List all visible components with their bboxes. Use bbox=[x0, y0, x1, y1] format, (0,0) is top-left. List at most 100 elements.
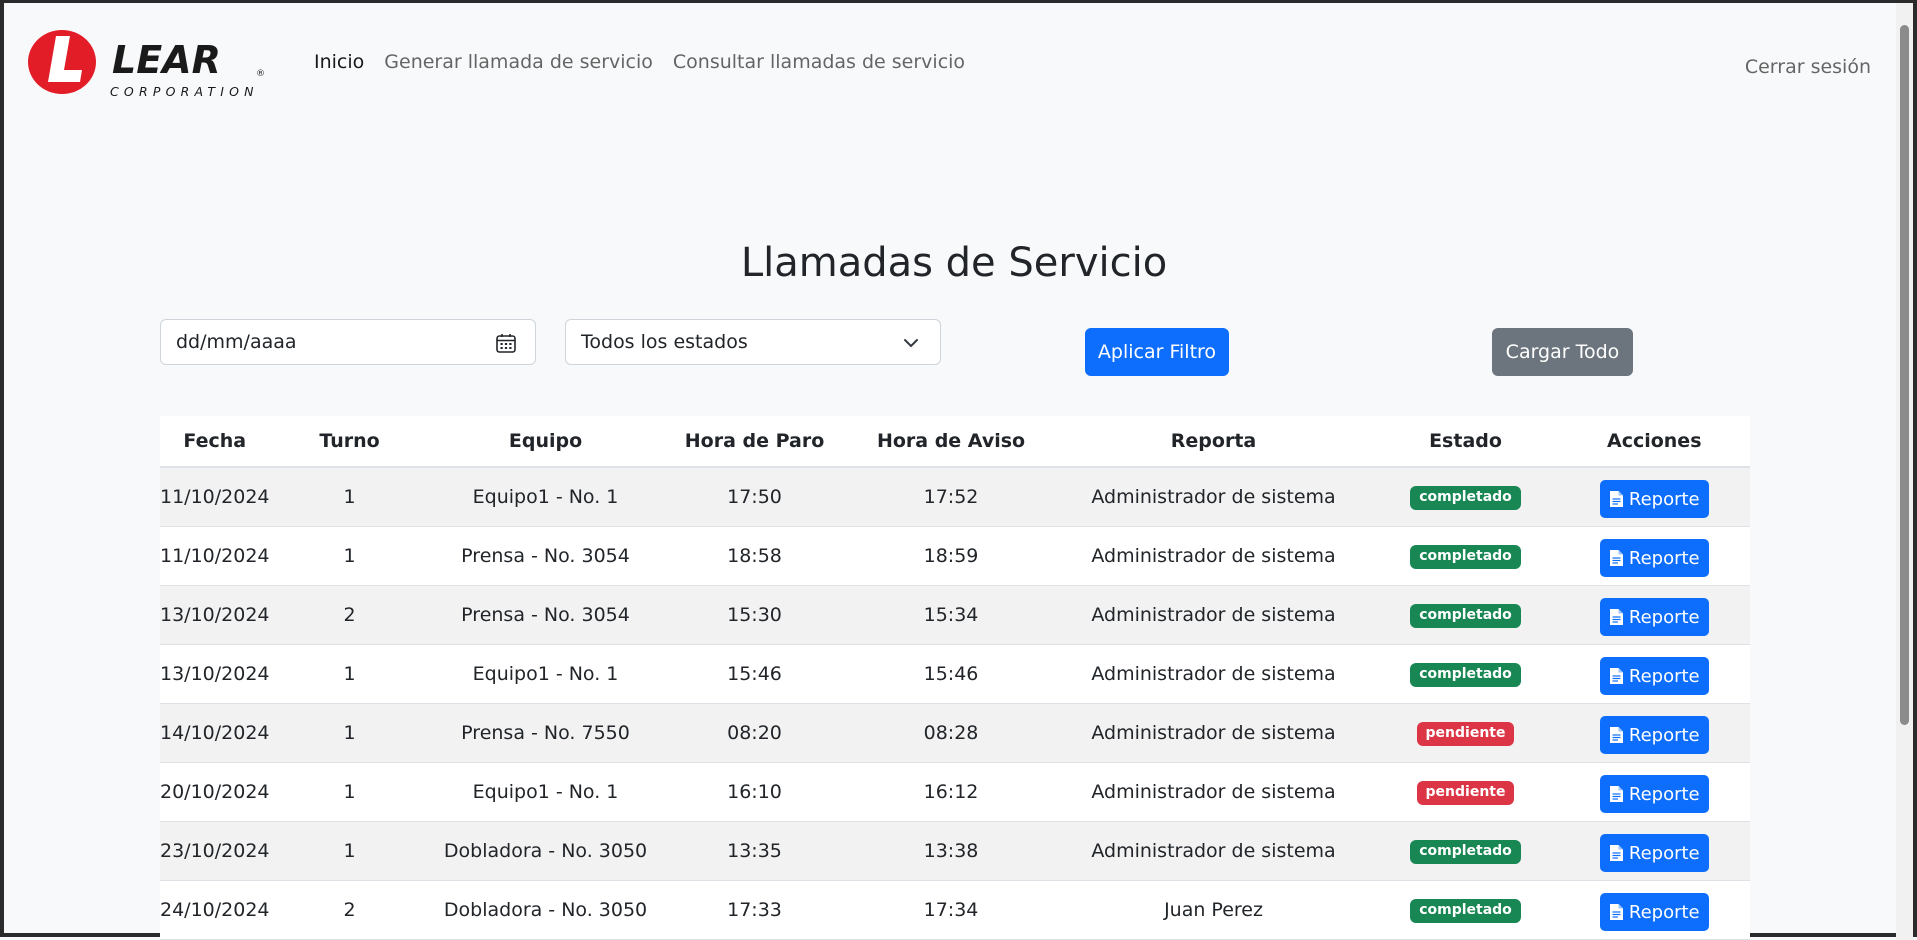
status-badge: pendiente bbox=[1416, 722, 1515, 746]
cell-estado: pendiente bbox=[1372, 762, 1559, 822]
cell-fecha: 23/10/2024 bbox=[160, 821, 270, 881]
cell-acciones: Reporte bbox=[1558, 467, 1750, 527]
cell-fecha: 11/10/2024 bbox=[160, 526, 270, 586]
cell-equipo: Prensa - No. 3054 bbox=[429, 585, 662, 645]
scrollbar-thumb[interactable] bbox=[1900, 25, 1909, 725]
header-estado: Estado bbox=[1372, 416, 1559, 468]
cell-estado: completado bbox=[1372, 467, 1559, 527]
apply-filter-button[interactable]: Aplicar Filtro bbox=[1085, 328, 1229, 376]
cell-fecha: 11/10/2024 bbox=[160, 467, 270, 527]
cell-estado: completado bbox=[1372, 644, 1559, 704]
cell-estado: completado bbox=[1372, 880, 1559, 940]
report-button[interactable]: Reporte bbox=[1599, 775, 1709, 813]
report-button[interactable]: Reporte bbox=[1599, 716, 1709, 754]
cell-estado: completado bbox=[1372, 526, 1559, 586]
cell-hora-aviso: 17:52 bbox=[847, 467, 1055, 527]
chevron-down-icon bbox=[904, 339, 918, 347]
cell-hora-aviso: 15:46 bbox=[847, 644, 1055, 704]
file-icon bbox=[1609, 550, 1623, 566]
report-button[interactable]: Reporte bbox=[1599, 893, 1709, 931]
report-button-label: Reporte bbox=[1628, 665, 1700, 687]
cell-equipo: Dobladora - No. 3050 bbox=[429, 880, 662, 940]
report-button[interactable]: Reporte bbox=[1599, 657, 1709, 695]
cell-estado: completado bbox=[1372, 821, 1559, 881]
date-filter-input[interactable]: dd/mm/aaaa bbox=[160, 319, 536, 365]
header-equipo: Equipo bbox=[429, 416, 662, 468]
nav-generar-llamada[interactable]: Generar llamada de servicio bbox=[384, 51, 653, 73]
cell-fecha: 13/10/2024 bbox=[160, 644, 270, 704]
table-row: 14/10/2024 1 Prensa - No. 7550 08:20 08:… bbox=[160, 703, 1750, 763]
cell-hora-paro: 13:35 bbox=[661, 821, 848, 881]
cell-hora-aviso: 08:28 bbox=[847, 703, 1055, 763]
lear-logo[interactable]: LEAR ® CORPORATION bbox=[26, 26, 284, 98]
cell-equipo: Prensa - No. 3054 bbox=[429, 526, 662, 586]
header-acciones: Acciones bbox=[1558, 416, 1750, 468]
cell-turno: 1 bbox=[269, 644, 430, 704]
calendar-icon[interactable] bbox=[495, 332, 517, 354]
status-select[interactable]: Todos los estados bbox=[565, 319, 941, 365]
status-selected-value: Todos los estados bbox=[581, 331, 748, 353]
cell-hora-aviso: 18:59 bbox=[847, 526, 1055, 586]
cell-acciones: Reporte bbox=[1558, 644, 1750, 704]
cell-equipo: Prensa - No. 7550 bbox=[429, 703, 662, 763]
date-placeholder: dd/mm/aaaa bbox=[176, 331, 297, 353]
cell-reporta: Administrador de sistema bbox=[1054, 821, 1373, 881]
file-icon bbox=[1609, 845, 1623, 861]
status-badge: completado bbox=[1410, 545, 1521, 569]
cell-equipo: Equipo1 - No. 1 bbox=[429, 644, 662, 704]
cell-fecha: 20/10/2024 bbox=[160, 762, 270, 822]
cell-turno: 1 bbox=[269, 467, 430, 527]
load-all-button[interactable]: Cargar Todo bbox=[1492, 328, 1633, 376]
cell-acciones: Reporte bbox=[1558, 526, 1750, 586]
cell-hora-aviso: 16:12 bbox=[847, 762, 1055, 822]
file-icon bbox=[1609, 727, 1623, 743]
page-scrollbar[interactable] bbox=[1896, 3, 1913, 940]
cell-reporta: Administrador de sistema bbox=[1054, 762, 1373, 822]
cell-hora-paro: 15:46 bbox=[661, 644, 848, 704]
cell-reporta: Administrador de sistema bbox=[1054, 703, 1373, 763]
registered-mark: ® bbox=[256, 69, 265, 79]
report-button-label: Reporte bbox=[1628, 488, 1700, 510]
cell-turno: 1 bbox=[269, 821, 430, 881]
file-icon bbox=[1609, 668, 1623, 684]
file-icon bbox=[1609, 786, 1623, 802]
cell-reporta: Administrador de sistema bbox=[1054, 467, 1373, 527]
report-button[interactable]: Reporte bbox=[1599, 480, 1709, 518]
cell-hora-aviso: 17:34 bbox=[847, 880, 1055, 940]
report-button-label: Reporte bbox=[1628, 783, 1700, 805]
table-row: 20/10/2024 1 Equipo1 - No. 1 16:10 16:12… bbox=[160, 762, 1750, 822]
cell-acciones: Reporte bbox=[1558, 703, 1750, 763]
cell-acciones: Reporte bbox=[1558, 762, 1750, 822]
report-button-label: Reporte bbox=[1628, 547, 1700, 569]
table-row: 11/10/2024 1 Prensa - No. 3054 18:58 18:… bbox=[160, 526, 1750, 586]
status-badge: pendiente bbox=[1416, 781, 1515, 805]
cell-acciones: Reporte bbox=[1558, 880, 1750, 940]
nav-inicio[interactable]: Inicio bbox=[314, 51, 364, 73]
report-button[interactable]: Reporte bbox=[1599, 598, 1709, 636]
report-button-label: Reporte bbox=[1628, 724, 1700, 746]
cell-fecha: 24/10/2024 bbox=[160, 880, 270, 940]
table-row: 23/10/2024 1 Dobladora - No. 3050 13:35 … bbox=[160, 821, 1750, 881]
cell-hora-paro: 08:20 bbox=[661, 703, 848, 763]
cell-reporta: Administrador de sistema bbox=[1054, 644, 1373, 704]
status-badge: completado bbox=[1410, 486, 1521, 510]
cell-turno: 1 bbox=[269, 762, 430, 822]
report-button[interactable]: Reporte bbox=[1599, 834, 1709, 872]
logout-link[interactable]: Cerrar sesión bbox=[1745, 56, 1871, 78]
cell-reporta: Juan Perez bbox=[1054, 880, 1373, 940]
status-badge: completado bbox=[1410, 604, 1521, 628]
report-button-label: Reporte bbox=[1628, 901, 1700, 923]
status-badge: completado bbox=[1410, 899, 1521, 923]
service-calls-table: Fecha Turno Equipo Hora de Paro Hora de … bbox=[160, 416, 1750, 940]
nav-consultar-llamadas[interactable]: Consultar llamadas de servicio bbox=[673, 51, 965, 73]
main-nav: Inicio Generar llamada de servicio Consu… bbox=[314, 51, 965, 73]
table-header-row: Fecha Turno Equipo Hora de Paro Hora de … bbox=[160, 416, 1750, 468]
cell-hora-paro: 17:33 bbox=[661, 880, 848, 940]
header-hora-paro: Hora de Paro bbox=[661, 416, 848, 468]
cell-hora-aviso: 15:34 bbox=[847, 585, 1055, 645]
report-button[interactable]: Reporte bbox=[1599, 539, 1709, 577]
cell-hora-aviso: 13:38 bbox=[847, 821, 1055, 881]
brand-sub: CORPORATION bbox=[110, 84, 259, 98]
table-row: 24/10/2024 2 Dobladora - No. 3050 17:33 … bbox=[160, 880, 1750, 940]
table-row: 13/10/2024 1 Equipo1 - No. 1 15:46 15:46… bbox=[160, 644, 1750, 704]
